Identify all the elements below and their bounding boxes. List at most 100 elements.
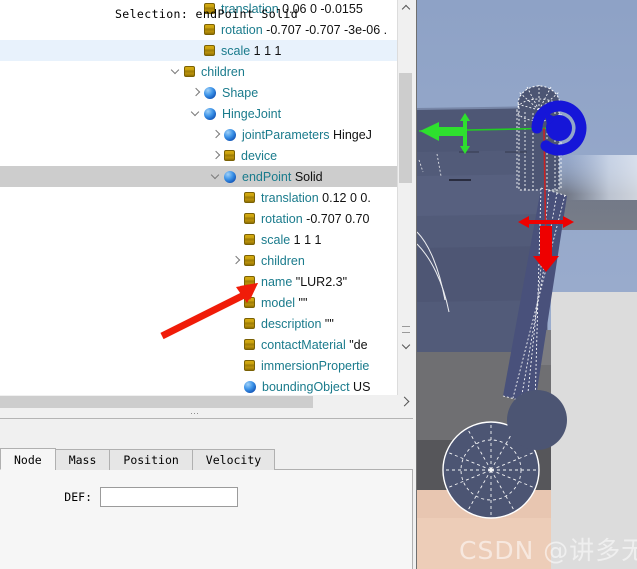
chevron-placeholder-icon (230, 376, 243, 395)
chevron-placeholder-icon (190, 19, 203, 40)
chevron-right-icon[interactable] (210, 145, 223, 166)
tree-horizontal-scrollbar[interactable] (0, 395, 397, 409)
tree-row[interactable]: endPoint Solid (0, 166, 397, 187)
tree-row[interactable]: rotation -0.707 0.70 (0, 208, 397, 229)
tree-row-label: Shape (222, 85, 259, 100)
tree-row[interactable]: rotation -0.707 -0.707 -3e-06 . (0, 19, 397, 40)
tree-row[interactable]: description "" (0, 313, 397, 334)
tab-mass[interactable]: Mass (54, 449, 111, 470)
tree-row-value: -0.707 0.70 (302, 211, 370, 226)
chevron-placeholder-icon (230, 313, 243, 334)
chevron-down-icon[interactable] (210, 166, 223, 187)
tree-row-label: jointParameters HingeJ (242, 127, 372, 142)
tree-row-value: Solid (291, 169, 323, 184)
chevron-placeholder-icon (230, 271, 243, 292)
chevron-placeholder-icon (230, 334, 243, 355)
tree-row[interactable]: device (0, 145, 397, 166)
field-icon (224, 150, 235, 161)
tab-content-panel (0, 469, 413, 569)
splitter-grip-icon: ⋯ (190, 408, 200, 418)
tree-row-label: device (241, 148, 278, 163)
editor-tab-bar: Node Mass Position Velocity (0, 448, 413, 470)
field-icon (244, 360, 255, 371)
tree-row-label: model "" (261, 295, 308, 310)
field-icon (244, 234, 255, 245)
tree-vertical-scrollbar[interactable] (397, 0, 413, 395)
tree-row[interactable]: contactMaterial "de (0, 334, 397, 355)
tree-row[interactable]: jointParameters HingeJ (0, 124, 397, 145)
tab-node[interactable]: Node (0, 448, 56, 470)
chevron-right-icon[interactable] (230, 250, 243, 271)
tree-row-label: rotation -0.707 0.70 (261, 211, 370, 226)
node-icon (224, 170, 236, 183)
node-icon (244, 380, 256, 393)
tree-row-value: "" (295, 295, 308, 310)
tree-row-value: "LUR2.3" (292, 274, 348, 289)
tree-row-label: description "" (261, 316, 334, 331)
tree-row-label: endPoint Solid (242, 169, 323, 184)
def-field-row: DEF: (0, 485, 413, 509)
3d-scene-render (417, 0, 637, 569)
scroll-down-arrow-icon[interactable] (398, 338, 414, 355)
webots-scene-tree-window: translation 0.06 0 -0.0155 rotation -0.70… (0, 0, 637, 569)
field-icon (204, 24, 215, 35)
tab-position[interactable]: Position (109, 449, 193, 470)
tree-row-label: HingeJoint (222, 106, 282, 121)
selection-status-text: Selection: endPoint Solid (114, 7, 299, 21)
chevron-down-icon[interactable] (190, 103, 203, 124)
chevron-right-icon[interactable] (210, 124, 223, 145)
field-icon (184, 66, 195, 77)
chevron-placeholder-icon (230, 292, 243, 313)
csdn-watermark: CSDN @讲多无谓 (459, 536, 637, 565)
chevron-right-icon[interactable] (190, 82, 203, 103)
def-input[interactable] (100, 487, 238, 507)
node-icon (224, 128, 236, 141)
field-icon (244, 339, 255, 350)
tree-row-label: translation 0.12 0 0. (261, 190, 371, 205)
tree-row-value: 1 1 1 (250, 43, 282, 58)
scene-tree-panel[interactable]: translation 0.06 0 -0.0155 rotation -0.70… (0, 0, 413, 395)
def-label: DEF: (64, 490, 92, 504)
tree-row[interactable]: Shape (0, 82, 397, 103)
scroll-right-arrow-icon[interactable] (397, 395, 413, 409)
node-icon (204, 86, 216, 99)
tree-row[interactable]: scale 1 1 1 (0, 229, 397, 250)
tree-row[interactable]: children (0, 250, 397, 271)
chevron-down-icon[interactable] (170, 61, 183, 82)
chevron-placeholder-icon (230, 355, 243, 376)
tree-row-value: 1 1 1 (290, 232, 322, 247)
tree-row-value: 0.12 0 0. (318, 190, 371, 205)
tree-row-label: children (201, 64, 245, 79)
tree-row-value: -0.707 -0.707 -3e-06 . (262, 22, 388, 37)
scene-tree-rows: translation 0.06 0 -0.0155 rotation -0.70… (0, 0, 397, 395)
field-icon (204, 45, 215, 56)
tree-row[interactable]: scale 1 1 1 (0, 40, 397, 61)
panel-splitter[interactable]: ⋯ (0, 409, 413, 418)
tree-row[interactable]: name "LUR2.3" (0, 271, 397, 292)
scrollbar-grip-icon (402, 326, 410, 333)
3d-viewport[interactable]: CSDN @讲多无谓 (417, 0, 637, 569)
field-icon (244, 276, 255, 287)
tab-velocity[interactable]: Velocity (191, 449, 276, 470)
tree-row[interactable]: immersionPropertie (0, 355, 397, 376)
tree-row-label: scale 1 1 1 (261, 232, 322, 247)
tree-row-value: HingeJ (329, 127, 372, 142)
tree-row-label: rotation -0.707 -0.707 -3e-06 . (221, 22, 388, 37)
field-icon (244, 192, 255, 203)
tree-row[interactable]: HingeJoint (0, 103, 397, 124)
tree-row-label: boundingObject US (262, 379, 371, 394)
node-icon (204, 107, 216, 120)
tree-row[interactable]: model "" (0, 292, 397, 313)
field-icon (244, 213, 255, 224)
vertical-scrollbar-thumb[interactable] (399, 73, 412, 183)
horizontal-scrollbar-thumb[interactable] (0, 396, 313, 408)
left-column: translation 0.06 0 -0.0155 rotation -0.70… (0, 0, 413, 569)
tree-row-value: "de (345, 337, 368, 352)
tree-row[interactable]: boundingObject US (0, 376, 397, 395)
tree-row[interactable]: children (0, 61, 397, 82)
field-icon (244, 255, 255, 266)
field-icon (244, 318, 255, 329)
tree-row-label: scale 1 1 1 (221, 43, 282, 58)
tree-row[interactable]: translation 0.12 0 0. (0, 187, 397, 208)
tree-row-value: "" (321, 316, 334, 331)
